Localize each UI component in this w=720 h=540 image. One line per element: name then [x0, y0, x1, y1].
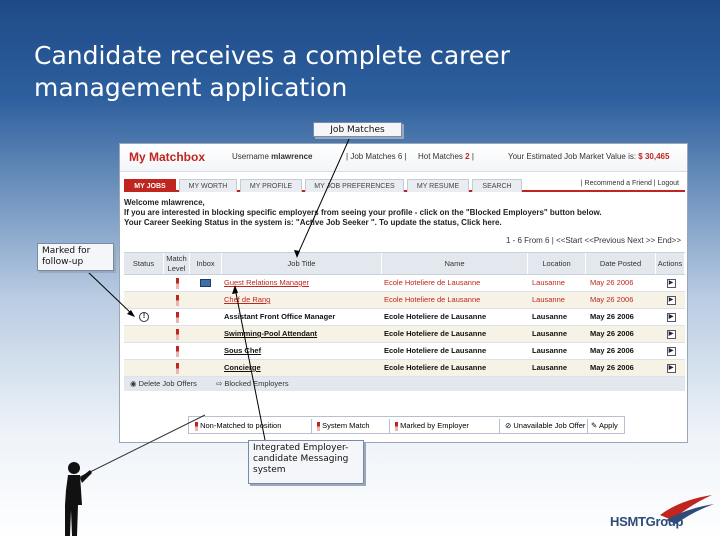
figure-pointer-stick: [77, 414, 206, 479]
job-matches-arrowhead: [294, 250, 300, 258]
company-logo: HSMTGroup: [610, 514, 684, 529]
messaging-callout-line3: system: [253, 465, 286, 475]
followup-callout-line2: follow-up: [42, 257, 84, 267]
followup-callout: Marked for follow-up: [37, 243, 114, 271]
followup-pointer: [87, 271, 134, 316]
messaging-pointer: [234, 287, 266, 441]
messaging-callout: Integrated Employer- candidate Messaging…: [248, 440, 364, 484]
messaging-callout-line1: Integrated Employer-: [253, 443, 349, 453]
presenter-figure: [65, 462, 92, 536]
messaging-arrowhead: [232, 285, 238, 294]
job-matches-pointer: [296, 136, 351, 257]
job-matches-callout: Job Matches: [313, 122, 402, 137]
messaging-callout-line2: candidate Messaging: [253, 454, 349, 464]
followup-callout-line1: Marked for: [42, 246, 91, 256]
